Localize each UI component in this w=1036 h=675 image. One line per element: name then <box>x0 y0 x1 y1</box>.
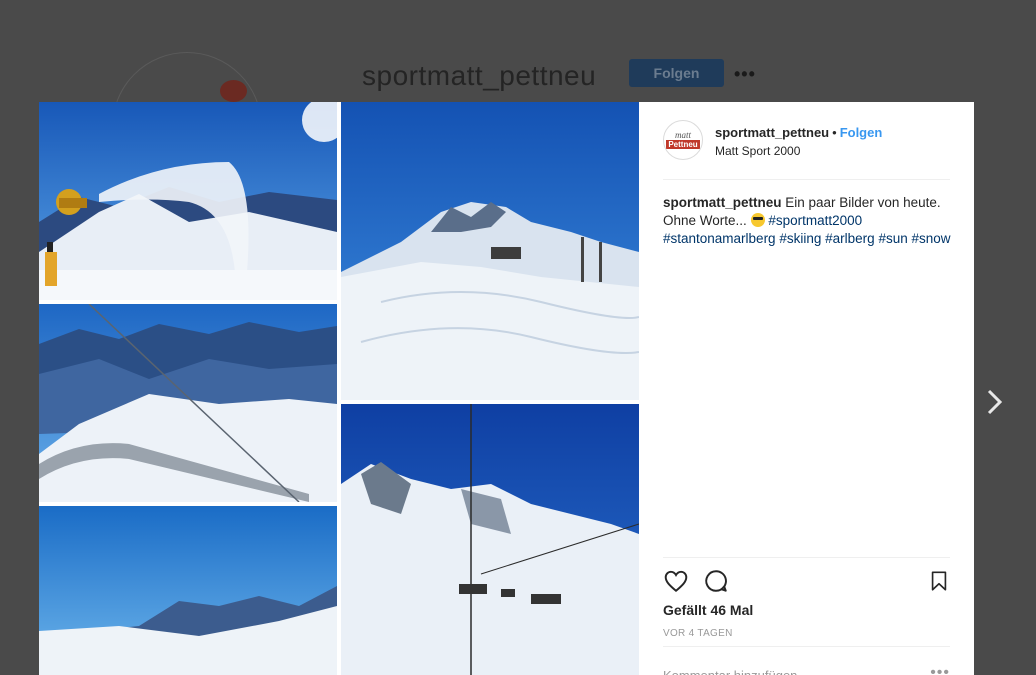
bookmark-icon[interactable] <box>928 568 950 594</box>
post-actions <box>663 568 950 594</box>
post-timestamp[interactable]: VOR 4 TAGEN <box>663 628 733 639</box>
avatar[interactable]: matt Pettneu <box>663 120 703 160</box>
header-separator: • <box>832 125 837 140</box>
hashtag-link[interactable]: #snow <box>911 231 950 246</box>
hashtag-link[interactable]: #stantonamarlberg <box>663 231 776 246</box>
avatar-logo-text-bottom: Pettneu <box>666 140 700 149</box>
divider <box>663 557 950 558</box>
post-header-text: sportmatt_pettneu • Folgen Matt Sport 2000 <box>715 125 882 158</box>
background-more-icon: ••• <box>734 64 756 84</box>
header-location[interactable]: Matt Sport 2000 <box>715 144 882 158</box>
avatar-logo-text-top: matt <box>674 130 691 140</box>
sunglasses-emoji-icon <box>750 213 765 227</box>
hashtag-link[interactable]: #arlberg <box>825 231 875 246</box>
more-options-icon[interactable]: ••• <box>930 664 950 675</box>
collage-photo-chairlift <box>341 404 639 675</box>
background-avatar-logo <box>220 80 247 102</box>
hashtag-link[interactable]: #sportmatt2000 <box>768 213 862 228</box>
like-count[interactable]: Gefällt 46 Mal <box>663 602 753 618</box>
background-username: sportmatt_pettneu <box>362 60 597 91</box>
post-sidebar: matt Pettneu sportmatt_pettneu • Folgen Ma… <box>639 102 974 675</box>
collage-photo-slope <box>39 506 337 675</box>
heart-icon[interactable] <box>663 568 689 594</box>
collage-photo-snow-cannon <box>39 102 337 300</box>
post-modal: matt Pettneu sportmatt_pettneu • Folgen Ma… <box>39 102 974 675</box>
comment-input[interactable] <box>663 665 893 675</box>
post-caption: sportmatt_pettneu Ein paar Bilder von he… <box>663 194 953 248</box>
post-header: matt Pettneu sportmatt_pettneu • Folgen Ma… <box>663 120 950 180</box>
comment-icon[interactable] <box>703 568 729 594</box>
hashtag-link[interactable]: #skiing <box>779 231 821 246</box>
hashtag-link[interactable]: #sun <box>878 231 907 246</box>
follow-button[interactable]: Folgen <box>840 125 883 140</box>
post-photo-collage[interactable] <box>39 102 639 675</box>
chevron-right-icon[interactable] <box>983 387 1007 417</box>
collage-photo-mountain-range <box>39 304 337 502</box>
caption-username-link[interactable]: sportmatt_pettneu <box>663 195 782 210</box>
header-username-link[interactable]: sportmatt_pettneu <box>715 125 829 140</box>
collage-photo-pistes <box>341 102 639 400</box>
divider <box>663 646 950 647</box>
background-follow-button: Folgen <box>629 59 724 87</box>
